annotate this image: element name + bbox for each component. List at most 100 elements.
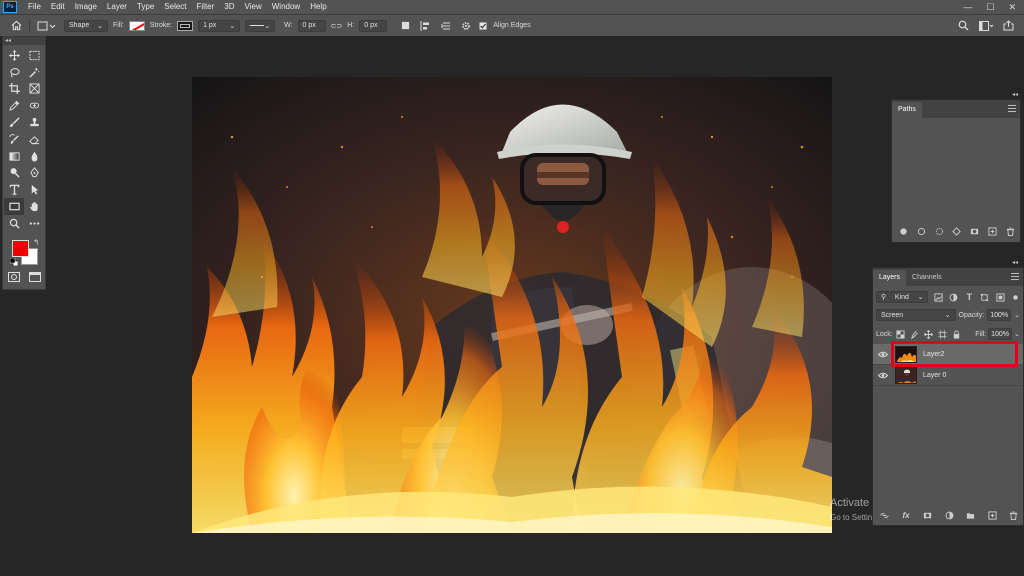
layer-row-layer2[interactable]: Layer2	[873, 341, 1023, 367]
filter-pixel-icon[interactable]	[932, 290, 944, 304]
menu-window[interactable]: Window	[267, 0, 305, 14]
filter-adjustment-icon[interactable]	[948, 290, 960, 304]
filter-type-icon[interactable]: T	[964, 290, 976, 304]
layer-filter-select[interactable]: ⚲ Kind ⌄	[876, 291, 929, 303]
panel-menu-icon[interactable]	[1008, 105, 1016, 112]
add-mask-icon[interactable]	[966, 224, 983, 238]
tab-channels[interactable]: Channels	[906, 270, 948, 286]
rectangle-tool-icon[interactable]	[4, 198, 24, 215]
fx-icon[interactable]: fx	[898, 508, 915, 522]
document-canvas[interactable]: Activate Windows	[192, 77, 832, 533]
panel-menu-icon[interactable]	[1011, 273, 1019, 280]
path-selection-tool-icon[interactable]	[24, 181, 44, 198]
fill-path-icon[interactable]	[895, 224, 912, 238]
fill-field[interactable]: 100%	[988, 328, 1013, 340]
layer-name[interactable]: Layer 0	[923, 372, 946, 379]
toolbox-collapse[interactable]: ◂◂	[3, 37, 45, 45]
menu-help[interactable]: Help	[305, 0, 331, 14]
home-icon[interactable]	[8, 19, 24, 33]
add-mask-icon[interactable]	[919, 508, 936, 522]
menu-image[interactable]: Image	[70, 0, 102, 14]
crop-tool-icon[interactable]	[4, 81, 24, 98]
link-layers-icon[interactable]	[876, 508, 893, 522]
width-field[interactable]: 0 px	[297, 19, 326, 32]
menu-select[interactable]: Select	[159, 0, 191, 14]
maximize-button[interactable]: ☐	[986, 2, 994, 13]
default-colors-icon[interactable]	[9, 257, 19, 267]
minimize-button[interactable]: —	[963, 2, 972, 13]
menu-type[interactable]: Type	[132, 0, 159, 14]
swap-colors-icon[interactable]: ↰	[33, 238, 40, 247]
load-selection-icon[interactable]	[931, 224, 948, 238]
quick-mask-icon[interactable]	[7, 271, 20, 284]
path-operations-icon[interactable]	[398, 19, 412, 33]
eraser-tool-icon[interactable]	[24, 131, 44, 148]
stroke-path-icon[interactable]	[913, 224, 930, 238]
filter-shape-icon[interactable]	[979, 290, 991, 304]
eye-icon[interactable]	[876, 351, 890, 358]
adjustment-layer-icon[interactable]	[941, 508, 958, 522]
make-work-path-icon[interactable]	[948, 224, 965, 238]
more-tools-icon[interactable]	[24, 215, 44, 232]
lock-position-icon[interactable]	[923, 327, 935, 341]
filter-toggle-icon[interactable]	[1010, 290, 1020, 304]
healing-brush-tool-icon[interactable]	[24, 97, 44, 114]
workspace-icon[interactable]	[979, 19, 993, 33]
chevron-down-icon[interactable]: ⌄	[1014, 330, 1020, 338]
search-icon[interactable]	[958, 19, 969, 33]
menu-edit[interactable]: Edit	[46, 0, 70, 14]
eyedropper-tool-icon[interactable]	[4, 97, 24, 114]
trash-icon[interactable]	[1002, 224, 1019, 238]
filter-smart-object-icon[interactable]	[995, 290, 1007, 304]
group-folder-icon[interactable]	[962, 508, 979, 522]
move-tool-icon[interactable]	[4, 47, 24, 64]
dodge-tool-icon[interactable]	[4, 165, 24, 182]
zoom-tool-icon[interactable]	[4, 215, 24, 232]
height-field[interactable]: 0 px	[359, 19, 388, 32]
layer-row-layer-0[interactable]: Layer 0	[873, 365, 1023, 386]
paths-panel-collapse[interactable]: ◂◂	[1012, 91, 1018, 98]
tab-layers[interactable]: Layers	[873, 270, 907, 286]
path-alignment-icon[interactable]	[417, 19, 433, 33]
eye-icon[interactable]	[876, 372, 890, 379]
gradient-tool-icon[interactable]	[4, 148, 24, 165]
menu-layer[interactable]: Layer	[102, 0, 132, 14]
align-edges-checkbox[interactable]	[478, 19, 488, 33]
blur-tool-icon[interactable]	[24, 148, 44, 165]
gear-icon[interactable]	[459, 19, 473, 33]
type-tool-icon[interactable]	[4, 181, 24, 198]
shape-mode-select[interactable]: Shape ⌄	[64, 19, 108, 32]
close-button[interactable]: ✕	[1008, 2, 1016, 13]
link-icon[interactable]: ⊂⊃	[331, 22, 343, 30]
new-path-icon[interactable]	[984, 224, 1001, 238]
lock-pixels-icon[interactable]	[909, 327, 921, 341]
lock-transparency-icon[interactable]	[895, 327, 907, 341]
fill-swatch[interactable]	[128, 20, 145, 31]
share-icon[interactable]	[1003, 19, 1014, 33]
path-arrangement-icon[interactable]	[438, 19, 454, 33]
brush-tool-icon[interactable]	[4, 114, 24, 131]
frame-tool-icon[interactable]	[24, 81, 44, 98]
tab-paths[interactable]: Paths	[892, 102, 922, 118]
hand-tool-icon[interactable]	[24, 198, 44, 215]
menu-file[interactable]: File	[23, 0, 46, 14]
lasso-tool-icon[interactable]	[4, 64, 24, 81]
stroke-swatch[interactable]	[177, 20, 194, 31]
history-brush-tool-icon[interactable]	[4, 131, 24, 148]
tool-preset-picker[interactable]	[35, 19, 59, 33]
foreground-color-swatch[interactable]	[12, 239, 29, 257]
stroke-width-field[interactable]: 1 px ⌄	[198, 19, 241, 32]
new-layer-icon[interactable]	[984, 508, 1001, 522]
stroke-type-select[interactable]: ⌄	[245, 19, 276, 32]
chevron-down-icon[interactable]: ⌄	[1014, 311, 1020, 319]
lock-all-icon[interactable]	[951, 327, 963, 341]
menu-view[interactable]: View	[240, 0, 267, 14]
pen-tool-icon[interactable]	[24, 165, 44, 182]
blend-mode-select[interactable]: Screen ⌄	[876, 309, 956, 321]
screen-mode-icon[interactable]	[28, 271, 41, 284]
marquee-tool-icon[interactable]	[24, 47, 44, 64]
menu-3d[interactable]: 3D	[219, 0, 239, 14]
menu-filter[interactable]: Filter	[192, 0, 220, 14]
stamp-tool-icon[interactable]	[24, 114, 44, 131]
trash-icon[interactable]	[1005, 508, 1022, 522]
